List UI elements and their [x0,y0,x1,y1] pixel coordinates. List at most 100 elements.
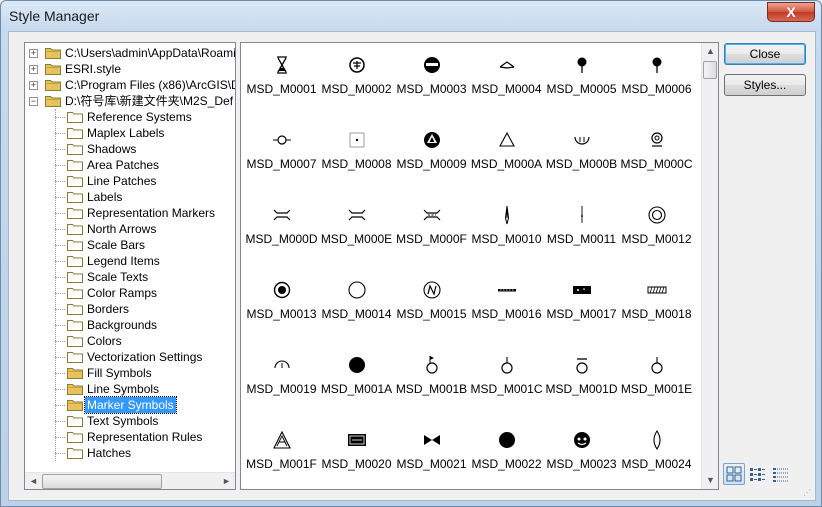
close-button[interactable]: Close [724,43,806,65]
symbol-item[interactable]: MSD_M0023 [544,419,619,489]
tree-item[interactable]: Text Symbols [25,413,235,429]
tree-item[interactable]: + C:\Users\admin\AppData\Roaming [25,45,235,61]
symbol-name: MSD_M0020 [321,457,392,471]
symbol-item[interactable]: MSD_M0008 [319,119,394,194]
large-icons-view-icon[interactable] [723,463,745,485]
tree-connector [55,437,65,438]
symbol-item[interactable]: MSD_M000B [544,119,619,194]
symbol-item[interactable]: MSD_M0007 [244,119,319,194]
expand-plus-icon[interactable]: + [29,65,38,74]
symbol-item[interactable]: MSD_M001C [469,344,544,419]
scroll-up-arrow-icon[interactable]: ▲ [702,43,718,60]
tree-item[interactable]: Shadows [25,141,235,157]
symbol-item[interactable]: MSD_M0001 [244,44,319,119]
styles-button[interactable]: Styles... [724,74,806,96]
symbol-item[interactable]: MSD_M001B [394,344,469,419]
symbol-grid[interactable]: ▲ ▼ MSD_M0001 MSD_M0002 MSD_M0003 MSD_M0004… [240,42,719,490]
symbol-item[interactable]: MSD_M0018 [619,269,694,344]
symbol-item[interactable]: MSD_M0013 [244,269,319,344]
collapse-minus-icon[interactable]: − [29,97,38,106]
scroll-right-arrow-icon[interactable]: ► [218,473,235,489]
tree-item[interactable]: Line Symbols [25,381,235,397]
tree-item[interactable]: Scale Texts [25,269,235,285]
tree-item[interactable]: Scale Bars [25,237,235,253]
symbol-item[interactable]: MSD_M0020 [319,419,394,489]
dialog-client-area: ◄ ► + C:\Users\admin\AppData\Roaming + ESRI… [8,31,816,501]
symbol-item[interactable]: MSD_M000D [244,194,319,269]
style-tree-view[interactable]: ◄ ► + C:\Users\admin\AppData\Roaming + ESRI… [24,42,236,490]
symbol-item[interactable]: MSD_M0017 [544,269,619,344]
tree-item[interactable]: Maplex Labels [25,125,235,141]
tree-item-label: Vectorization Settings [87,350,203,364]
symbol-item[interactable]: MSD_M001E [619,344,694,419]
filled-circle-icon [496,429,518,451]
tree-item[interactable]: Reference Systems [25,109,235,125]
tree-item[interactable]: Colors [25,333,235,349]
tree-item-label: Hatches [87,446,132,460]
tree-scroll-thumb[interactable] [42,474,162,489]
symbol-item[interactable]: MSD_M0014 [319,269,394,344]
window-close-button[interactable]: X [767,2,815,22]
tree-item[interactable]: North Arrows [25,221,235,237]
tree-item[interactable]: Representation Rules [25,429,235,445]
tree-item[interactable]: Marker Symbols [25,396,235,414]
tree-item[interactable]: + ESRI.style [25,61,235,77]
symbol-item[interactable]: MSD_M000E [319,194,394,269]
symbol-item[interactable]: MSD_M0011 [544,194,619,269]
symbol-item[interactable]: MSD_M0005 [544,44,619,119]
expand-plus-icon[interactable]: + [29,81,38,90]
scroll-down-arrow-icon[interactable]: ▼ [702,472,718,489]
symbol-item[interactable]: MSD_M0016 [469,269,544,344]
symbol-item[interactable]: MSD_M0012 [619,194,694,269]
tree-item[interactable]: Labels [25,189,235,205]
title-bar[interactable]: Style Manager X [1,1,821,31]
tree-connector [55,181,65,182]
symbol-vertical-scrollbar[interactable]: ▲ ▼ [701,43,718,489]
symbol-item[interactable]: MSD_M0019 [244,344,319,419]
tree-item[interactable]: Borders [25,301,235,317]
folder-icon [67,303,83,315]
double-ring-icon [646,129,668,151]
symbol-item[interactable]: MSD_M000C [619,119,694,194]
tree-item-label: Representation Markers [87,206,216,220]
tree-item[interactable]: Legend Items [25,253,235,269]
symbol-item[interactable]: MSD_M0009 [394,119,469,194]
tree-item[interactable]: − D:\符号库\新建文件夹\M2S_Def [25,93,235,109]
folder-icon [67,207,83,219]
symbol-item[interactable]: MSD_M001A [319,344,394,419]
symbol-item[interactable]: MSD_M0004 [469,44,544,119]
tree-item[interactable]: Hatches [25,445,235,461]
symbol-item[interactable]: MSD_M0021 [394,419,469,489]
symbol-item[interactable]: MSD_M0015 [394,269,469,344]
tree-item[interactable]: Representation Markers [25,205,235,221]
tree-item[interactable]: + C:\Program Files (x86)\ArcGIS\Desk [25,77,235,93]
symbol-item[interactable]: MSD_M000A [469,119,544,194]
tree-item[interactable]: Fill Symbols [25,365,235,381]
symbol-item[interactable]: MSD_M0024 [619,419,694,489]
symbol-item[interactable]: MSD_M001F [244,419,319,489]
symbol-name: MSD_M001E [620,382,693,396]
bowtie-marker-icon [421,429,443,451]
symbol-scroll-thumb[interactable] [703,61,717,79]
symbol-item[interactable]: MSD_M001D [544,344,619,419]
symbol-item[interactable]: MSD_M0003 [394,44,469,119]
expand-plus-icon[interactable]: + [29,49,38,58]
symbol-item[interactable]: MSD_M000F [394,194,469,269]
tree-item[interactable]: Area Patches [25,157,235,173]
tree-item[interactable]: Line Patches [25,173,235,189]
symbol-item[interactable]: MSD_M0002 [319,44,394,119]
bullseye-icon [271,279,293,301]
symbol-item[interactable]: MSD_M0006 [619,44,694,119]
scroll-left-arrow-icon[interactable]: ◄ [25,473,42,489]
symbol-item[interactable]: MSD_M0010 [469,194,544,269]
list-view-icon[interactable] [746,463,768,485]
symbol-item[interactable]: MSD_M0022 [469,419,544,489]
tree-horizontal-scrollbar[interactable]: ◄ ► [25,472,235,489]
details-view-icon[interactable] [769,463,791,485]
resize-grip-icon[interactable]: ⋰ [803,488,813,498]
tree-item[interactable]: Vectorization Settings [25,349,235,365]
tree-item[interactable]: Backgrounds [25,317,235,333]
bridge-marker-icon [271,204,293,226]
folder-icon [67,431,83,443]
tree-item[interactable]: Color Ramps [25,285,235,301]
